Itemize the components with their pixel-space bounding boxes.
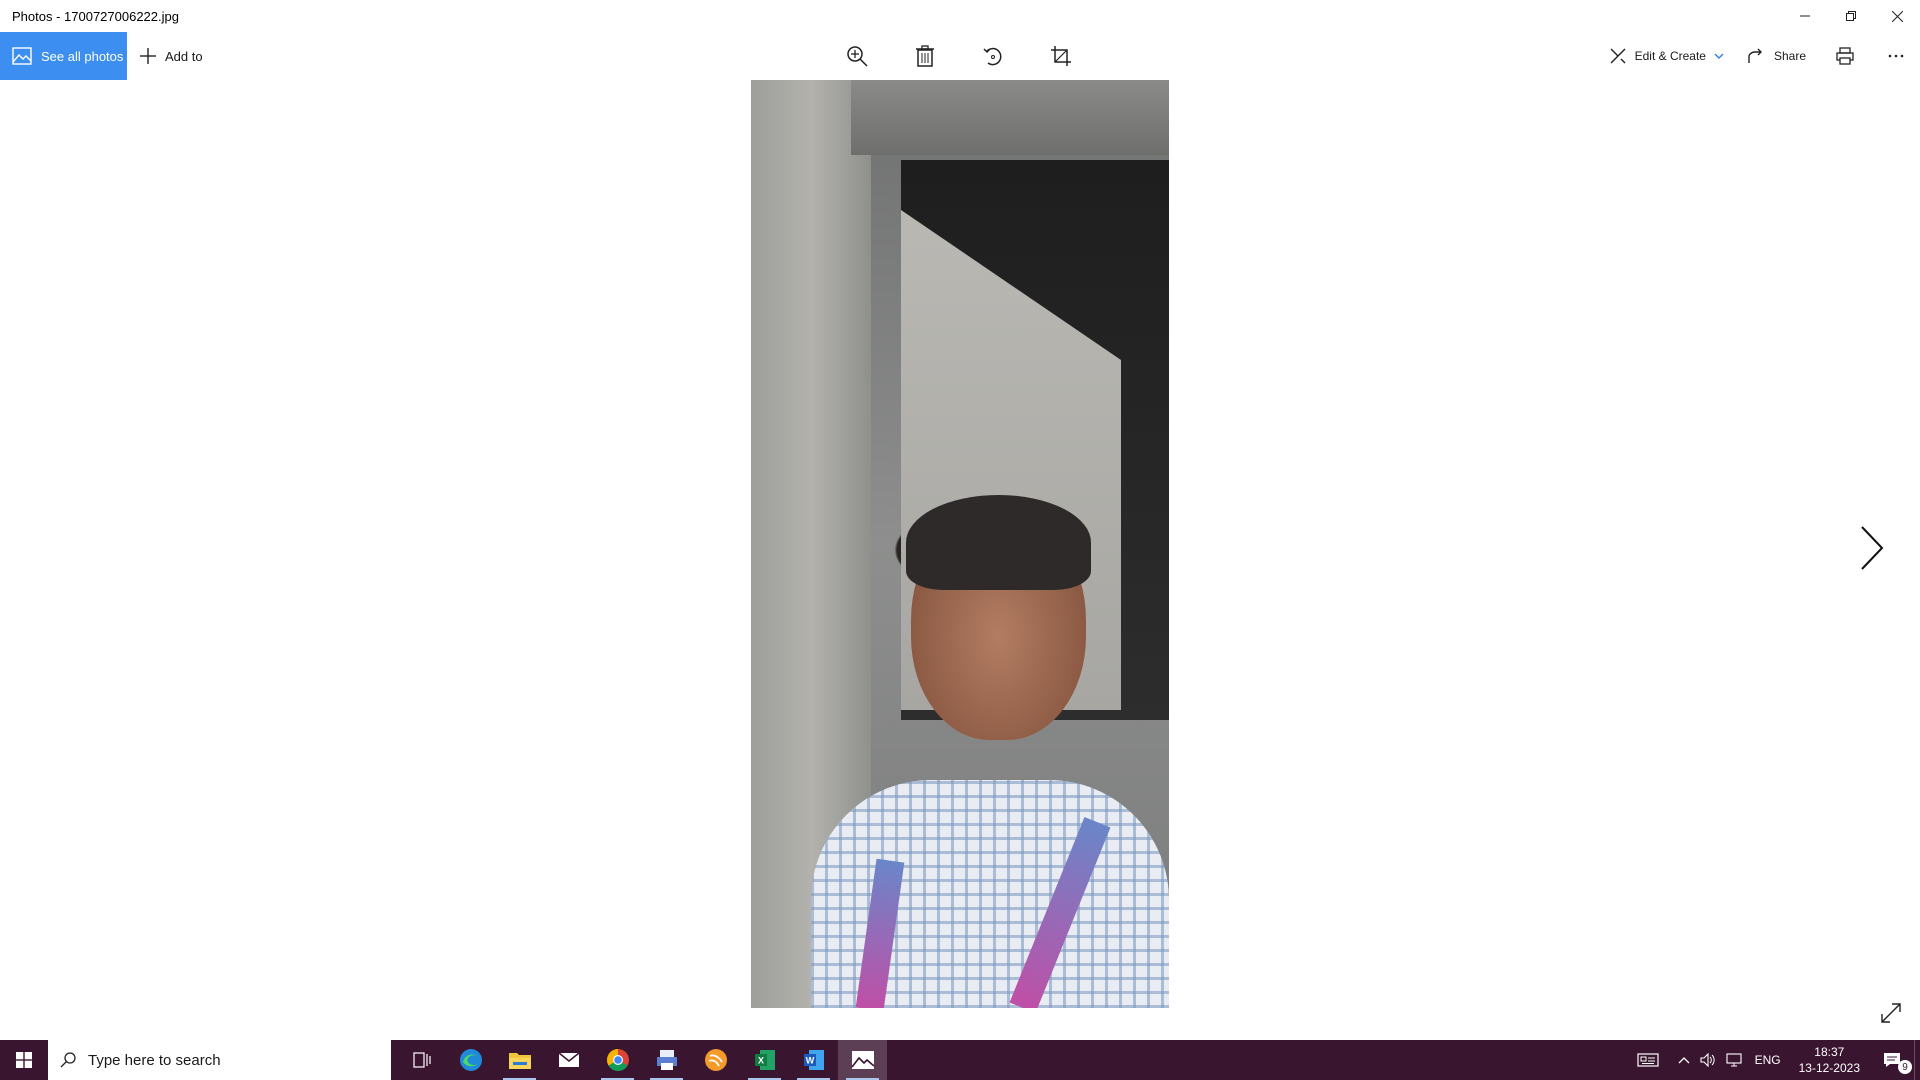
network-button[interactable]: [1721, 1040, 1747, 1080]
print-button[interactable]: [1818, 32, 1872, 80]
rotate-button[interactable]: [971, 34, 1015, 78]
taskbar-mail[interactable]: [544, 1040, 593, 1080]
clock[interactable]: 18:37 13-12-2023: [1789, 1040, 1870, 1080]
delete-button[interactable]: [903, 34, 947, 78]
plus-icon: [140, 48, 156, 64]
title-bar: Photos - 1700727006222.jpg: [0, 0, 1920, 32]
svg-text:X: X: [757, 1056, 763, 1066]
displayed-photo: [751, 80, 1169, 1008]
task-view-icon: [412, 1052, 431, 1068]
chevron-up-icon: [1678, 1057, 1690, 1064]
taskbar-chrome[interactable]: [593, 1040, 642, 1080]
photo-viewer: [0, 80, 1920, 1040]
taskbar-excel[interactable]: X: [740, 1040, 789, 1080]
folder-icon: [508, 1053, 531, 1069]
photos-app-icon: [850, 1051, 875, 1069]
add-to-button[interactable]: Add to: [139, 32, 203, 80]
chrome-icon: [606, 1049, 629, 1071]
image-tools: [835, 32, 1107, 80]
next-photo-button[interactable]: [1856, 523, 1886, 573]
notification-count-badge: 9: [1898, 1060, 1912, 1074]
network-icon: [1726, 1053, 1742, 1067]
minimize-icon: [1800, 15, 1810, 17]
orange-app-icon: [704, 1049, 727, 1071]
taskbar-edge[interactable]: [446, 1040, 495, 1080]
rotate-icon: [983, 47, 1002, 66]
volume-button[interactable]: [1695, 1040, 1721, 1080]
window-controls: [1782, 0, 1920, 32]
notification-center-button[interactable]: 9: [1870, 1040, 1914, 1080]
search-icon: [60, 1052, 76, 1068]
edge-icon: [459, 1049, 482, 1071]
search-placeholder: Type here to search: [88, 1051, 221, 1069]
window-title: Photos - 1700727006222.jpg: [12, 8, 179, 24]
word-icon: W: [803, 1050, 824, 1070]
full-screen-button[interactable]: [1880, 1002, 1910, 1032]
chevron-right-icon: [1861, 526, 1884, 570]
mail-icon: [558, 1052, 579, 1067]
clock-date: 13-12-2023: [1798, 1061, 1860, 1075]
taskbar-word[interactable]: W: [789, 1040, 838, 1080]
share-label: Share: [1773, 49, 1806, 63]
excel-icon: X: [754, 1050, 775, 1070]
print-icon: [1836, 47, 1854, 65]
minimize-button[interactable]: [1782, 0, 1828, 32]
close-icon: [1891, 10, 1903, 22]
taskbar-photos[interactable]: [838, 1040, 887, 1080]
task-view-button[interactable]: [397, 1040, 446, 1080]
close-button[interactable]: [1874, 0, 1920, 32]
edit-create-button[interactable]: Edit & Create: [1597, 32, 1736, 80]
volume-icon: [1700, 1053, 1715, 1067]
crop-button[interactable]: [1039, 34, 1083, 78]
add-to-label: Add to: [165, 48, 203, 64]
edit-create-label: Edit & Create: [1634, 49, 1706, 63]
taskbar-orange-app[interactable]: [691, 1040, 740, 1080]
edit-create-icon: [1610, 48, 1626, 64]
windows-logo-icon: [16, 1052, 32, 1068]
taskbar-printer-app[interactable]: [642, 1040, 691, 1080]
system-tray: ENG 18:37 13-12-2023 9: [1623, 1040, 1920, 1080]
taskbar-apps: X W: [397, 1040, 887, 1080]
restore-button[interactable]: [1828, 0, 1874, 32]
language-indicator[interactable]: ENG: [1747, 1040, 1789, 1080]
show-hidden-icons-button[interactable]: [1673, 1040, 1695, 1080]
clock-time: 18:37: [1814, 1045, 1845, 1059]
svg-text:W: W: [805, 1056, 814, 1066]
toolbar-right: Edit & Create Share: [1597, 32, 1920, 80]
printer-app-icon: [656, 1050, 677, 1070]
share-icon: [1748, 48, 1762, 63]
share-button[interactable]: Share: [1736, 32, 1818, 80]
start-button[interactable]: [0, 1040, 48, 1080]
keyboard-icon: [1636, 1053, 1659, 1067]
delete-icon: [916, 45, 934, 67]
zoom-in-icon: [847, 46, 868, 67]
see-all-photos-button[interactable]: See all photos: [0, 32, 127, 80]
taskbar-search[interactable]: Type here to search: [48, 1040, 391, 1080]
zoom-button[interactable]: [835, 34, 879, 78]
chevron-down-icon: [1714, 53, 1724, 59]
app-toolbar: See all photos Add to Edit & Create Shar…: [0, 32, 1920, 80]
taskbar-file-explorer[interactable]: [495, 1040, 544, 1080]
more-options-button[interactable]: [1872, 32, 1920, 80]
crop-icon: [1051, 46, 1071, 66]
keyboard-tray-button[interactable]: [1623, 1040, 1673, 1080]
taskbar: Type here to search X W ENG 18:37 13-12-…: [0, 1040, 1920, 1080]
photos-icon: [12, 47, 32, 65]
restore-icon: [1846, 11, 1856, 21]
see-all-photos-label: See all photos: [41, 48, 124, 64]
more-icon: [1888, 54, 1904, 58]
show-desktop-button[interactable]: [1914, 1040, 1920, 1080]
expand-icon: [1881, 1003, 1901, 1023]
